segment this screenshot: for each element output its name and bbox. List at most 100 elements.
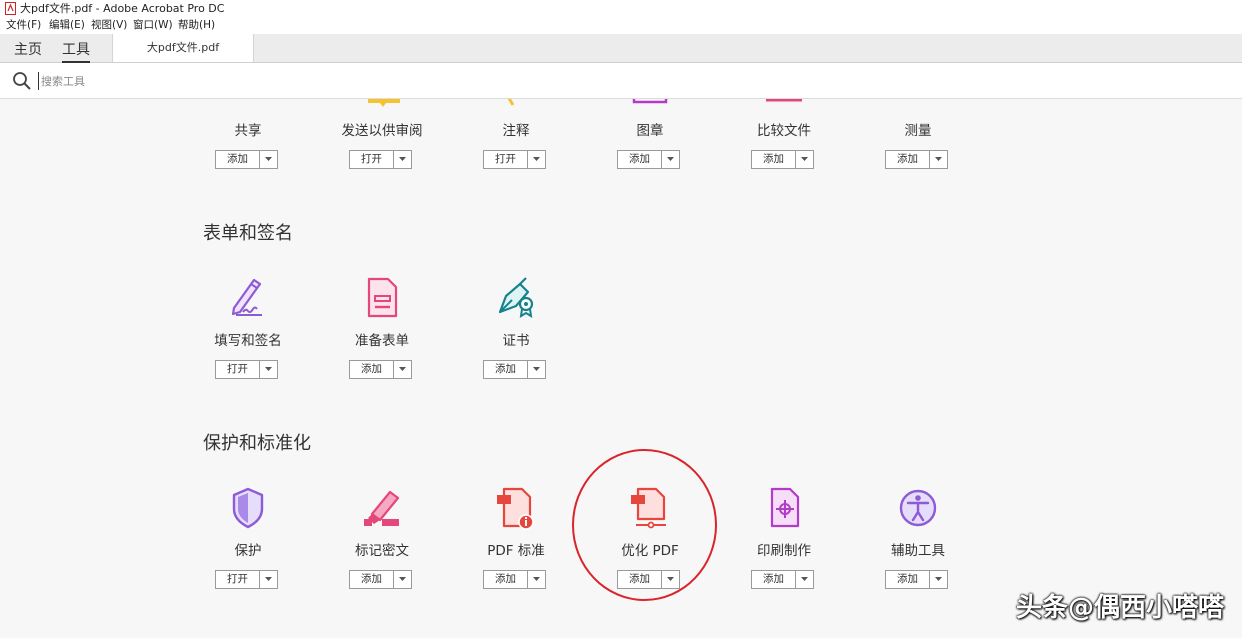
tool-label: 测量 xyxy=(904,123,932,139)
chevron-down-icon xyxy=(533,577,540,581)
stamp-icon xyxy=(632,99,668,104)
redact-icon xyxy=(364,490,400,526)
window-title: 大pdf文件.pdf - Adobe Acrobat Pro DC xyxy=(20,2,225,15)
menu-help[interactable]: 帮助(H) xyxy=(178,17,215,34)
fill-sign-icon xyxy=(231,278,262,316)
tool-action-button: 添加 xyxy=(617,150,680,169)
dropdown-button[interactable] xyxy=(260,361,277,378)
tool-label: 发送以供审阅 xyxy=(341,123,423,139)
chevron-down-icon xyxy=(265,367,272,371)
watermark: 头条@偶西小嗒嗒 xyxy=(1015,593,1224,623)
add-button[interactable]: 添加 xyxy=(484,361,528,378)
tool-action-button: 添加 xyxy=(349,360,412,379)
tool-action-button: 添加 xyxy=(751,150,814,169)
chevron-down-icon xyxy=(533,157,540,161)
prepare-form-icon xyxy=(367,277,398,318)
tool-label: 共享 xyxy=(234,123,262,139)
dropdown-button[interactable] xyxy=(528,571,545,588)
menu-file[interactable]: 文件(F) xyxy=(6,17,41,34)
tool-label: 辅助工具 xyxy=(891,543,945,559)
tab-document[interactable]: 大pdf文件.pdf xyxy=(112,34,254,62)
tool-action-button: 打开 xyxy=(215,360,278,379)
menu-edit[interactable]: 编辑(E) xyxy=(49,17,85,34)
search-input[interactable] xyxy=(38,72,343,90)
dropdown-button[interactable] xyxy=(796,151,813,168)
chevron-down-icon xyxy=(399,577,406,581)
chevron-down-icon xyxy=(533,367,540,371)
menu-view[interactable]: 视图(V) xyxy=(91,17,127,34)
open-button[interactable]: 打开 xyxy=(216,361,260,378)
tool-label: PDF 标准 xyxy=(487,543,545,559)
comment-icon xyxy=(507,99,515,106)
add-button[interactable]: 添加 xyxy=(752,571,796,588)
chevron-down-icon xyxy=(935,157,942,161)
tool-label: 图章 xyxy=(636,123,664,139)
print-production-icon xyxy=(770,487,800,528)
chevron-down-icon xyxy=(399,367,406,371)
chevron-down-icon xyxy=(399,157,406,161)
chevron-down-icon xyxy=(667,157,674,161)
dropdown-button[interactable] xyxy=(930,571,947,588)
chevron-down-icon xyxy=(801,157,808,161)
dropdown-button[interactable] xyxy=(260,571,277,588)
dropdown-button[interactable] xyxy=(662,151,679,168)
dropdown-button[interactable] xyxy=(528,151,545,168)
dropdown-button[interactable] xyxy=(796,571,813,588)
tool-action-button: 添加 xyxy=(885,570,948,589)
add-button[interactable]: 添加 xyxy=(886,571,930,588)
section-title-forms-signatures: 表单和签名 xyxy=(203,223,293,244)
add-button[interactable]: 添加 xyxy=(484,571,528,588)
tool-action-button: 添加 xyxy=(483,570,546,589)
tool-label: 证书 xyxy=(502,333,530,349)
chevron-down-icon xyxy=(801,577,808,581)
search-icon xyxy=(13,72,31,90)
tool-label: 保护 xyxy=(234,543,262,559)
add-button[interactable]: 添加 xyxy=(350,571,394,588)
window-titlebar: 大pdf文件.pdf - Adobe Acrobat Pro DC xyxy=(0,0,1242,17)
tool-action-button: 打开 xyxy=(349,150,412,169)
shield-icon xyxy=(232,487,264,529)
open-button[interactable]: 打开 xyxy=(350,151,394,168)
dropdown-button[interactable] xyxy=(528,361,545,378)
certificate-icon xyxy=(498,277,534,318)
tool-label: 标记密文 xyxy=(355,543,409,559)
menu-bar: 文件(F) 编辑(E) 视图(V) 窗口(W) 帮助(H) xyxy=(0,17,1242,34)
tab-bar: 主页 工具 大pdf文件.pdf xyxy=(0,34,1242,63)
chevron-down-icon xyxy=(265,577,272,581)
tool-action-button: 打开 xyxy=(483,150,546,169)
tool-label: 准备表单 xyxy=(355,333,409,349)
dropdown-button[interactable] xyxy=(394,571,411,588)
dropdown-button[interactable] xyxy=(930,151,947,168)
dropdown-button[interactable] xyxy=(260,151,277,168)
pdf-standard-icon xyxy=(497,487,534,530)
tool-action-button: 添加 xyxy=(751,570,814,589)
tool-action-button: 添加 xyxy=(349,570,412,589)
tool-label: 印刷制作 xyxy=(757,543,811,559)
tab-home[interactable]: 主页 xyxy=(14,39,42,59)
tool-label: 填写和签名 xyxy=(214,333,282,349)
tool-action-button: 添加 xyxy=(885,150,948,169)
add-button[interactable]: 添加 xyxy=(618,151,662,168)
add-button[interactable]: 添加 xyxy=(886,151,930,168)
highlight-circle xyxy=(572,449,717,601)
tab-tools[interactable]: 工具 xyxy=(62,39,90,63)
tool-label: 注释 xyxy=(502,123,530,139)
chevron-down-icon xyxy=(935,577,942,581)
section-title-protect-standardize: 保护和标准化 xyxy=(203,433,311,454)
dropdown-button[interactable] xyxy=(394,151,411,168)
acrobat-app-icon xyxy=(5,2,16,15)
add-button[interactable]: 添加 xyxy=(216,151,260,168)
tool-search-bar xyxy=(0,63,1242,99)
menu-window[interactable]: 窗口(W) xyxy=(133,17,173,34)
tool-action-button: 添加 xyxy=(215,150,278,169)
compare-files-icon xyxy=(766,99,802,102)
open-button[interactable]: 打开 xyxy=(216,571,260,588)
tool-action-button: 打开 xyxy=(215,570,278,589)
tool-label: 比较文件 xyxy=(757,123,811,139)
add-button[interactable]: 添加 xyxy=(350,361,394,378)
add-button[interactable]: 添加 xyxy=(752,151,796,168)
chevron-down-icon xyxy=(265,157,272,161)
open-button[interactable]: 打开 xyxy=(484,151,528,168)
send-review-icon xyxy=(368,99,400,107)
dropdown-button[interactable] xyxy=(394,361,411,378)
